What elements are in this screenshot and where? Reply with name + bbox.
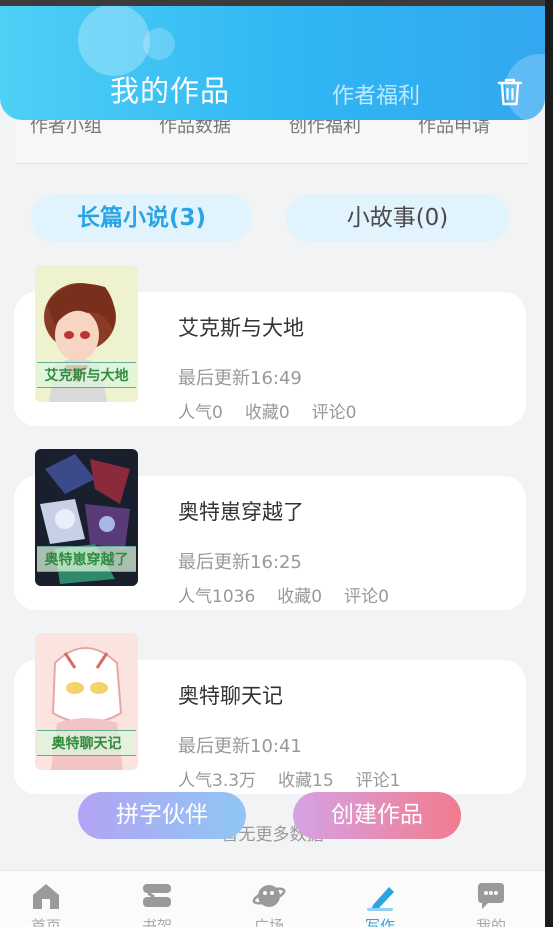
tab-author-benefits[interactable]: 作者福利 [332,78,420,110]
tab-write[interactable]: 写作 [350,881,410,927]
decor-bubble [78,6,150,76]
pen-icon [367,887,394,911]
stat-popularity: 人气3.3万 [178,771,257,791]
home-icon [33,884,59,909]
cover-title: 艾克斯与大地 [37,362,136,388]
tab-bookshelf[interactable]: 书架 [127,881,187,927]
stat-comments: 评论1 [355,771,401,791]
tab-label: 广场 [253,917,284,927]
book-last-update: 最后更新16:25 [178,552,302,573]
bookshelf-icon [143,884,171,907]
segment-short-stories[interactable]: 小故事(0) [286,194,509,242]
decor-bubble [143,28,175,60]
status-bar-edge [0,0,553,6]
page-header: 我的作品 作者福利 [0,6,545,120]
segment-long-novels[interactable]: 长篇小说(3) [31,194,252,242]
book-cover[interactable]: 艾克斯与大地 [35,265,138,402]
book-stats: 人气3.3万 收藏15 评论1 [178,766,423,791]
planet-icon [252,885,286,907]
book-stats: 人气1036 收藏0 评论0 [178,582,411,607]
bottom-tab-bar: 首页 书架 广场 写作 我的 [0,870,545,927]
chat-bubble-icon [478,883,504,909]
tab-label: 首页 [30,917,61,927]
cover-title: 奥特聊天记 [37,730,136,756]
book-stats: 人气0 收藏0 评论0 [178,398,378,423]
screen-edge [545,0,553,927]
stat-favorites: 收藏0 [244,403,290,423]
book-last-update: 最后更新10:41 [178,736,302,757]
stat-favorites: 收藏15 [278,771,334,791]
stat-popularity: 人气0 [178,403,223,423]
book-cover[interactable]: 奥特崽穿越了 [35,449,138,586]
tab-label: 写作 [364,917,395,927]
tab-mine[interactable]: 我的 [461,881,521,927]
tab-label: 我的 [475,917,506,927]
book-title[interactable]: 奥特崽穿越了 [178,496,304,526]
stat-comments: 评论0 [344,587,389,607]
partner-button[interactable]: 拼字伙伴 [78,792,246,839]
create-work-button[interactable]: 创建作品 [293,792,461,839]
trash-icon[interactable] [496,76,524,108]
tab-square[interactable]: 广场 [239,881,299,927]
tab-home[interactable]: 首页 [16,881,76,927]
book-title[interactable]: 艾克斯与大地 [178,312,304,342]
stat-popularity: 人气1036 [178,587,256,607]
book-last-update: 最后更新16:49 [178,368,302,389]
book-title[interactable]: 奥特聊天记 [178,680,283,710]
tab-label: 书架 [141,917,172,927]
stat-favorites: 收藏0 [277,587,323,607]
tab-my-works[interactable]: 我的作品 [110,68,230,110]
cover-title: 奥特崽穿越了 [37,546,136,572]
stat-comments: 评论0 [311,403,357,423]
book-cover[interactable]: 奥特聊天记 [35,633,138,770]
